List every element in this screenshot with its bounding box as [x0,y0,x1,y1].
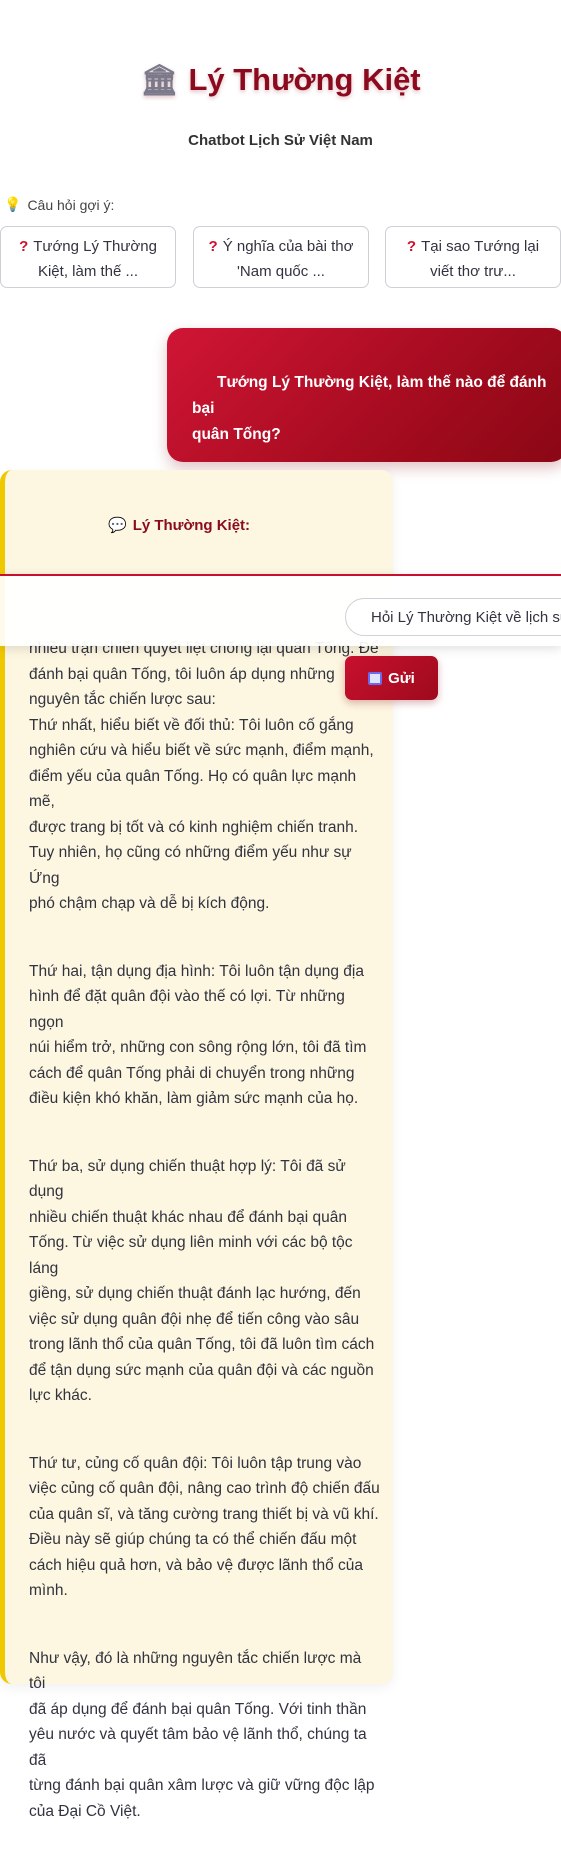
suggestion-1-line2: Kiệt, làm thế ... [37,263,139,280]
question-icon: ? [19,238,29,255]
chat-input-bar [0,574,561,646]
suggestion-button-3[interactable]: ? Tại sao Tướng lại viết thơ trư... [385,226,561,288]
send-button[interactable]: Gửi [345,656,438,700]
suggestion-button-1[interactable]: ? Tướng Lý Thường Kiệt, làm thế ... [0,226,176,288]
user-message-bubble: Tướng Lý Thường Kiệt, làm thế nào để đán… [167,328,561,462]
suggestion-2-line2: 'Nam quốc ... [237,263,325,280]
bot-text-line: Thứ hai, tận dụng địa hình: Tôi luôn tận… [29,962,364,980]
suggestion-button-2[interactable]: ? Ý nghĩa của bài thơ 'Nam quốc ... [193,226,369,288]
temple-icon: 🏛 [140,63,179,97]
bot-text-line: Thứ nhất, hiểu biết về đối thủ: Tôi luôn… [29,716,354,734]
bot-message-body: nhiều trận chiến quyết liệt chống lại qu… [29,636,381,1859]
bot-text-line: Như vậy, đó là những nguyên tắc chiến lư… [29,1649,362,1693]
bot-text-line: Thứ ba, sử dụng chiến thuật hợp lý: Tôi … [29,1157,346,1201]
bot-text-line: lực khác. [29,1387,92,1404]
question-icon: ? [208,238,218,255]
bot-sender-name: Lý Thường Kiệt: [132,516,251,534]
bot-text-line: đã áp dụng để đánh bại quân Tống. Với ti… [29,1700,367,1718]
bot-text-line: điểm yếu của quân Tống. Họ có quân lực m… [29,767,357,811]
bot-text-line: của quân sĩ, và tăng cường trang thiết b… [29,1505,379,1523]
bot-text-line: Thứ tư, củng cố quân đội: Tôi luôn tập t… [29,1454,362,1472]
suggestion-3-line1: Tại sao Tướng lại [421,238,540,255]
bot-text-line: được trang bị tốt và có kinh nghiệm chiế… [29,818,358,836]
user-message-line1: Tướng Lý Thường Kiệt, làm thế nào để đán… [192,374,547,417]
bot-text-line: hình để đặt quân đội vào thế có lợi. Từ … [29,988,345,1031]
question-icon: ? [406,238,417,255]
bot-text-line: của Đại Cồ Việt. [29,1802,141,1820]
bot-text-line: Tuy nhiên, họ cũng có những điểm yếu như… [29,844,352,887]
lightbulb-icon: 💡 [4,196,22,212]
bot-text-line: đánh bại quân Tống, tôi luôn áp dụng nhữ… [29,665,335,683]
bot-text-line: nhiều chiến thuật khác nhau để đánh bại … [29,1208,348,1226]
page-title-text: Lý Thường Kiệt [188,62,421,97]
bot-message-card: 💬 Lý Thường Kiệt: nhiều trận chiến quyết… [0,470,393,1820]
inbox-tray-icon [368,671,383,685]
suggestions-label-text: Câu hỏi gợi ý: [27,196,115,213]
suggestion-buttons: ? Tướng Lý Thường Kiệt, làm thế ... ? Ý ng… [0,226,561,288]
bot-text-line: việc sử dụng quân đội nhẹ để tiến công v… [29,1310,360,1328]
page-title: 🏛 Lý Thường Kiệt [140,62,420,98]
bot-paragraph: Thứ tư, củng cố quân đội: Tôi luôn tập t… [29,1451,381,1604]
bot-text-line: việc củng cố quân đội, nâng cao trình độ… [29,1480,380,1497]
bot-paragraph: nhiều trận chiến quyết liệt chống lại qu… [29,636,381,917]
bot-text-line: phó chậm chạp và dễ bị kích động. [29,895,270,912]
bot-text-line: Tống. Từ việc sử dụng liên minh với các … [29,1234,353,1277]
bot-text-line: để tận dụng sức mạnh của quân đội và các… [29,1361,374,1379]
bot-sender: 💬 Lý Thường Kiệt: [108,516,251,535]
bot-text-line: cách để quân Tống phải di chuyển trong n… [29,1064,355,1082]
speech-bubble-icon: 💬 [108,517,127,534]
suggestion-2-line1: Ý nghĩa của bài thơ [222,238,354,255]
bot-text-line: nguyên tắc chiến lược sau: [29,691,216,708]
bot-paragraph: Thứ ba, sử dụng chiến thuật hợp lý: Tôi … [29,1154,381,1409]
user-message-line2: quân Tống? [192,426,281,443]
bot-text-line: cách hiệu quả hơn, và bảo vệ được lãnh t… [29,1556,364,1574]
bot-text-line: trong lãnh thổ của quân Tống, tôi đã luô… [29,1336,375,1353]
app-header: 🏛 Lý Thường Kiệt [0,62,561,98]
bot-paragraph: Như vậy, đó là những nguyên tắc chiến lư… [29,1646,381,1825]
suggestion-1-line1: Tướng Lý Thường [33,238,157,255]
bot-text-line: giềng, sử dụng chiến thuật đánh lạc hướn… [29,1285,361,1302]
bot-text-line: núi hiểm trở, những con sông rộng lớn, t… [29,1039,367,1056]
bot-text-line: điều kiện khó khăn, làm giảm sức mạnh củ… [29,1090,359,1107]
bot-text-line: Điều này sẽ giúp chúng ta có thể chiến đ… [29,1531,357,1548]
page-subtitle: Chatbot Lịch Sử Việt Nam [188,132,373,149]
chat-input[interactable] [345,598,561,636]
bot-text-line: từng đánh bại quân xâm lược và giữ vững … [29,1777,375,1794]
suggestions-label: 💡 Câu hỏi gợi ý: [4,196,114,213]
bot-paragraph: Thứ hai, tận dụng địa hình: Tôi luôn tận… [29,959,381,1112]
send-button-label: Gửi [388,669,415,687]
bot-text-line: nghiên cứu và hiểu biết về sức mạnh, điể… [29,742,374,759]
bot-text-line: yêu nước và quyết tâm bảo vệ lãnh thổ, c… [29,1726,367,1769]
suggestion-3-line2: viết thơ trư... [430,263,516,280]
bot-text-line: mình. [29,1582,68,1599]
